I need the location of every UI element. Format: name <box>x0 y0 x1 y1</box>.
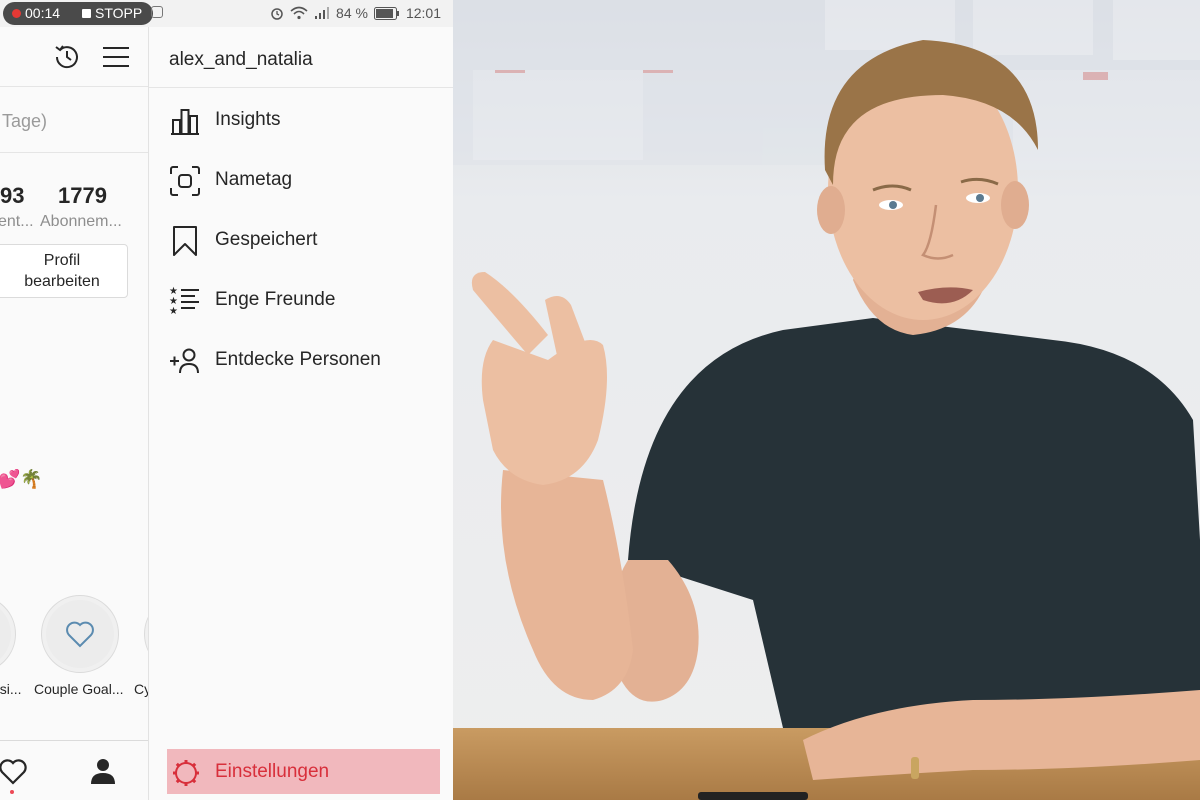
archive-history-icon[interactable] <box>51 41 83 73</box>
notification-dot <box>10 790 14 794</box>
settings-label: Einstellungen <box>215 761 330 782</box>
bookmark-icon <box>173 226 197 256</box>
profile-page: Tage) 93 1779 ent... Abonnem... Profil b… <box>0 27 222 800</box>
stat-follower-count[interactable]: 1779 <box>58 183 107 209</box>
profile-header <box>0 27 148 87</box>
hamburger-menu-icon[interactable] <box>102 45 130 69</box>
record-dot-icon <box>12 9 21 18</box>
stat-following-count[interactable]: 93 <box>0 183 24 209</box>
heart-icon <box>66 621 94 648</box>
nametag-icon <box>170 166 200 196</box>
menu-item-nametag[interactable]: Nametag <box>149 155 453 205</box>
divider <box>149 87 453 88</box>
instagram-notification-icon <box>151 6 163 18</box>
status-bar: 00:14 STOPP 84 % 12:01 <box>0 0 453 27</box>
stat-follower-label: Abonnem... <box>40 213 122 230</box>
menu-item-settings[interactable]: Einstellungen <box>167 749 440 794</box>
side-menu-drawer: alex_and_natalia Insights Nametag Gespei… <box>148 27 453 800</box>
edit-profile-button[interactable]: Profil bearbeiten <box>0 244 128 298</box>
status-indicators: 84 % 12:01 <box>270 5 441 21</box>
profile-nav-icon[interactable] <box>88 756 118 786</box>
clock: 12:01 <box>405 5 441 21</box>
edit-profile-label-line2: bearbeiten <box>24 273 100 290</box>
menu-item-close-friends[interactable]: ★ ★ ★ Enge Freunde <box>149 275 453 325</box>
stat-following-label: ent... <box>0 213 34 230</box>
battery-percent: 84 % <box>336 5 368 21</box>
menu-item-discover-people[interactable]: Entdecke Personen <box>149 335 453 385</box>
screen-record-pill[interactable]: 00:14 STOPP <box>3 2 153 25</box>
settings-gear-icon <box>173 760 199 786</box>
menu-item-saved[interactable]: Gespeichert <box>149 215 453 265</box>
bio-emoji: 💕🌴 <box>0 469 43 489</box>
phone-screen: 00:14 STOPP 84 % 12:01 Tage) 93 1779 ent… <box>0 0 453 800</box>
divider <box>0 152 148 153</box>
menu-item-insights[interactable]: Insights <box>149 95 453 145</box>
alarm-icon <box>271 8 283 20</box>
stop-button[interactable]: STOPP <box>95 5 142 21</box>
activity-heart-icon[interactable] <box>0 758 28 786</box>
drawer-username: alex_and_natalia <box>169 49 313 70</box>
menu-item-label: Nametag <box>215 169 293 190</box>
presenter-image <box>453 0 1200 800</box>
highlight-label: usi... <box>0 681 22 697</box>
highlight-label: Couple Goal... <box>34 681 124 697</box>
signal-icon <box>315 7 330 19</box>
menu-item-label: Entdecke Personen <box>215 349 381 370</box>
bottom-nav-divider <box>0 740 148 741</box>
wifi-icon <box>290 6 308 20</box>
stop-icon <box>82 9 91 18</box>
record-time: 00:14 <box>25 5 61 21</box>
menu-item-label: Insights <box>215 109 281 130</box>
svg-text:★: ★ <box>169 306 178 317</box>
add-person-icon <box>170 348 199 374</box>
menu-item-label: Gespeichert <box>215 229 318 250</box>
edit-profile-label-line1: Profil <box>43 252 81 269</box>
close-friends-list-icon: ★ ★ ★ <box>169 286 199 317</box>
menu-item-label: Enge Freunde <box>215 289 336 310</box>
story-highlight[interactable] <box>0 595 16 673</box>
bar-chart-icon <box>171 109 199 135</box>
presenter-video <box>453 0 1200 800</box>
story-highlight-couple-goals[interactable] <box>41 595 119 673</box>
bio-text: Tage) <box>2 111 48 131</box>
battery-icon <box>373 6 399 20</box>
